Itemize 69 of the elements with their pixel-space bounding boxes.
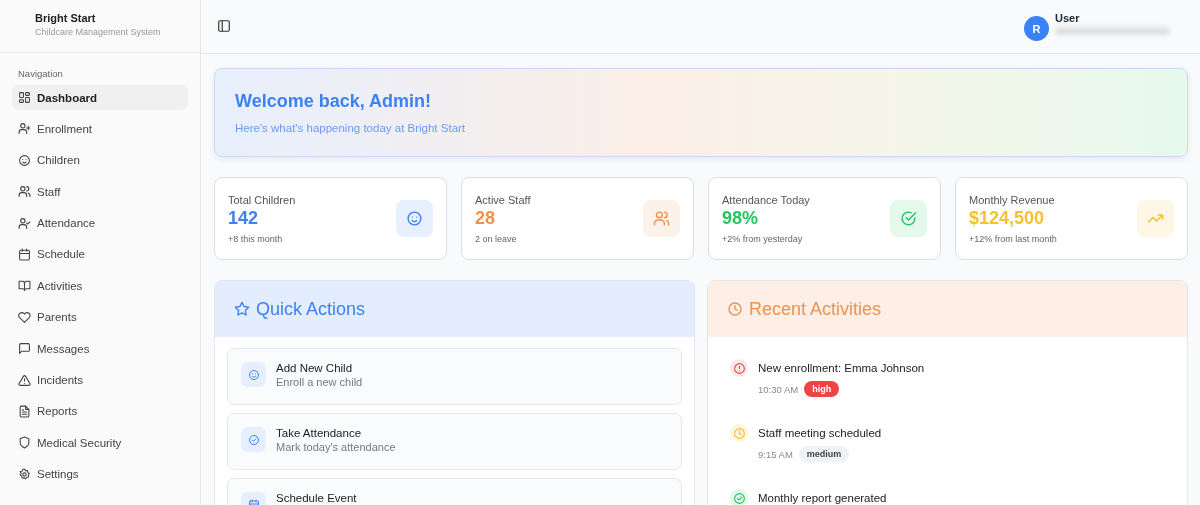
panel-title: Quick Actions xyxy=(256,298,366,320)
stat-value: 98% xyxy=(722,207,760,229)
stat-value: $124,500 xyxy=(969,207,1046,229)
chat-icon xyxy=(18,342,31,356)
nav-item[interactable]: Staff xyxy=(12,179,188,205)
quick-action-button[interactable]: Add New Child Enroll a new child xyxy=(227,348,682,405)
welcome-subtitle: Here's what's happening today at Bright Start xyxy=(235,122,467,134)
panel-title: Recent Activities xyxy=(749,298,882,320)
alert-icon xyxy=(732,361,746,375)
star-icon xyxy=(234,301,250,317)
nav-item[interactable]: Children xyxy=(12,147,188,173)
warning-icon xyxy=(18,373,31,387)
activity-time: 9:15 AM xyxy=(758,448,793,460)
app-title: Bright Start xyxy=(35,12,97,24)
person-check-icon xyxy=(18,216,31,230)
document-icon xyxy=(18,404,31,418)
priority-badge: high xyxy=(804,381,840,397)
sidebar-icon xyxy=(217,18,231,33)
smiley-icon xyxy=(247,368,260,381)
nav-item[interactable]: Messages xyxy=(12,336,188,362)
nav-item[interactable]: Activities xyxy=(12,273,188,299)
user-avatar[interactable]: R xyxy=(1024,16,1049,41)
nav-item[interactable]: Reports xyxy=(12,398,188,424)
dashboard-icon xyxy=(18,91,31,104)
book-icon xyxy=(18,279,31,293)
activity-time: 10:30 AM xyxy=(758,383,799,395)
people-icon xyxy=(653,210,670,227)
nav-item[interactable]: Parents xyxy=(12,304,188,330)
smiley-icon xyxy=(18,153,31,167)
welcome-title: Welcome back, Admin! xyxy=(235,91,433,112)
stat-label: Monthly Revenue xyxy=(969,193,1056,206)
smiley-icon xyxy=(406,210,423,227)
stat-note: +2% from yesterday xyxy=(722,233,804,244)
user-name: User xyxy=(1055,12,1081,24)
stat-label: Total Children xyxy=(228,193,296,206)
stat-note: 2 on leave xyxy=(475,233,518,244)
nav-item[interactable]: Settings xyxy=(12,461,188,487)
activity-title: Staff meeting scheduled xyxy=(758,426,882,441)
people-icon xyxy=(18,185,31,199)
app-subtitle: Childcare Management System xyxy=(35,27,162,37)
nav-item[interactable]: Dashboard xyxy=(12,85,188,110)
person-plus-icon xyxy=(18,122,31,136)
clock-icon xyxy=(732,426,746,440)
sidebar-toggle-button[interactable] xyxy=(217,18,233,35)
nav-item[interactable]: Schedule xyxy=(12,241,188,267)
stat-label: Attendance Today xyxy=(722,193,810,206)
settings-icon xyxy=(18,467,31,481)
shield-icon xyxy=(18,436,31,450)
activity-title: Monthly report generated xyxy=(758,491,887,505)
heart-icon xyxy=(18,310,31,324)
check-circle-icon xyxy=(900,210,917,227)
stat-value: 142 xyxy=(228,207,260,229)
stat-value: 28 xyxy=(475,207,497,229)
calendar-icon xyxy=(18,247,31,261)
activity-title: New enrollment: Emma Johnson xyxy=(758,361,925,376)
nav-item[interactable]: Medical Security xyxy=(12,430,188,456)
priority-badge: medium xyxy=(798,446,850,462)
nav-item[interactable]: Attendance xyxy=(12,210,188,236)
quick-action-button[interactable]: Take Attendance Mark today's attendance xyxy=(227,413,682,470)
stat-note: +8 this month xyxy=(228,233,284,244)
check-circle-icon xyxy=(732,491,746,505)
section-heading: Navigation xyxy=(17,68,64,81)
stat-note: +12% from last month xyxy=(969,233,1057,244)
nav-item[interactable]: Incidents xyxy=(12,367,188,393)
quick-action-button[interactable]: Schedule Event xyxy=(227,478,682,505)
nav-item[interactable]: Enrollment xyxy=(12,116,188,142)
stat-label: Active Staff xyxy=(475,193,531,206)
clock-icon xyxy=(727,301,743,317)
check-circle-icon xyxy=(247,433,260,446)
